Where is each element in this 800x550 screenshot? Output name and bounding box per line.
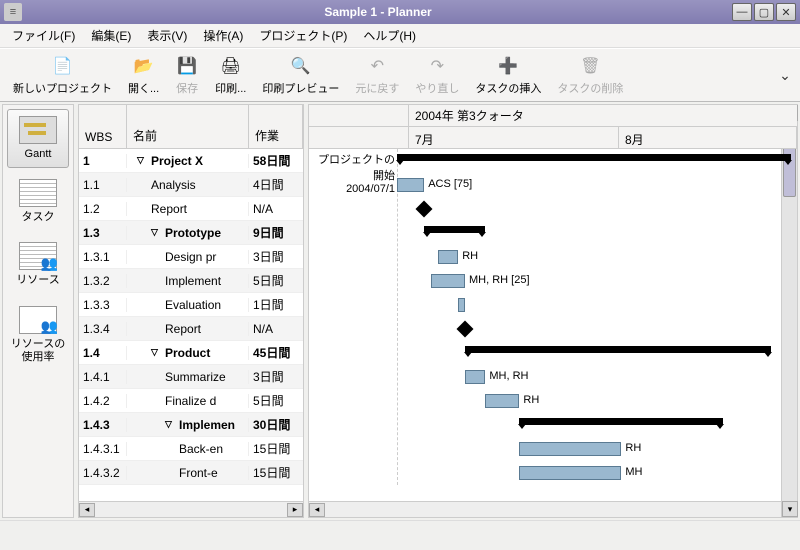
month-cell-2: 8月 xyxy=(619,127,797,149)
gantt-bar[interactable] xyxy=(465,370,485,384)
content: Gantt タスク 👥リソース 👥リソースの使用率 WBS 名前 作業 1▽Pr… xyxy=(0,102,800,520)
task-row[interactable]: 1.4.3.2Front-e15日間 xyxy=(79,461,303,485)
bar-label: RH xyxy=(625,442,641,454)
month-cell-0 xyxy=(309,127,409,149)
view-task[interactable]: タスク xyxy=(7,172,69,231)
toolbar: 📄新しいプロジェクト 📂開く... 💾保存 🖨印刷... 🔍印刷プレビュー ↶元… xyxy=(0,48,800,102)
gantt-bar[interactable] xyxy=(424,226,485,233)
gantt-bar[interactable] xyxy=(438,250,458,264)
task-row[interactable]: 1.4.2Finalize d5日間 xyxy=(79,389,303,413)
tb-undo[interactable]: ↶元に戻す xyxy=(348,51,406,99)
gantt-bar[interactable] xyxy=(397,154,791,161)
gantt-bar[interactable] xyxy=(519,466,621,480)
task-row[interactable]: 1▽Project X58日間 xyxy=(79,149,303,173)
open-icon: 📂 xyxy=(132,54,156,78)
tb-open[interactable]: 📂開く... xyxy=(121,51,166,99)
menu-edit[interactable]: 編集(E) xyxy=(83,24,139,47)
view-gantt[interactable]: Gantt xyxy=(7,109,69,168)
bar-label: MH, RH [25] xyxy=(469,274,530,286)
minimize-button[interactable]: — xyxy=(732,3,752,21)
gantt-scroll-left-icon[interactable]: ◂ xyxy=(309,503,325,517)
tb-save[interactable]: 💾保存 xyxy=(168,51,206,99)
preview-icon: 🔍 xyxy=(289,54,313,78)
tb-new[interactable]: 📄新しいプロジェクト xyxy=(6,51,119,99)
scroll-down-icon[interactable]: ▾ xyxy=(782,501,798,517)
close-button[interactable]: ✕ xyxy=(776,3,796,21)
gantt-body[interactable]: プロジェクトの開始 2004/07/1 ACS [75] RH MH, RH [25… xyxy=(309,149,797,501)
bar-label: MH xyxy=(625,466,642,478)
view-resource[interactable]: 👥リソース xyxy=(7,235,69,294)
bar-label: RH xyxy=(523,394,539,406)
task-row[interactable]: 1.4.3.1Back-en15日間 xyxy=(79,437,303,461)
menu-action[interactable]: 操作(A) xyxy=(195,24,251,47)
gantt-bar[interactable] xyxy=(519,442,621,456)
view-usage[interactable]: 👥リソースの使用率 xyxy=(7,299,69,371)
redo-icon: ↷ xyxy=(425,54,449,78)
tb-delete-task[interactable]: 🗑タスクの削除 xyxy=(550,51,630,99)
gantt-bar[interactable] xyxy=(431,274,465,288)
task-panel: WBS 名前 作業 1▽Project X58日間1.1Analysis4日間1… xyxy=(78,104,304,518)
project-start-label: プロジェクトの開始 2004/07/1 xyxy=(309,151,395,195)
gantt-bar[interactable] xyxy=(485,394,519,408)
task-rows: 1▽Project X58日間1.1Analysis4日間1.2ReportN/… xyxy=(79,149,303,501)
task-row[interactable]: 1.4.1Summarize3日間 xyxy=(79,365,303,389)
gantt-hscroll[interactable]: ◂ ▸ xyxy=(309,501,797,517)
month-cell-1: 7月 xyxy=(409,127,619,149)
menu-project[interactable]: プロジェクト(P) xyxy=(251,24,355,47)
col-name[interactable]: 名前 xyxy=(127,105,249,148)
print-icon: 🖨 xyxy=(219,54,243,78)
gantt-bar[interactable] xyxy=(457,321,474,338)
gantt-icon xyxy=(19,116,57,144)
task-header: WBS 名前 作業 xyxy=(79,105,303,149)
gantt-bar[interactable] xyxy=(458,298,465,312)
col-wbs[interactable]: WBS xyxy=(79,105,127,148)
col-work[interactable]: 作業 xyxy=(249,105,303,148)
viewbar: Gantt タスク 👥リソース 👥リソースの使用率 xyxy=(2,104,74,518)
titlebar: ≡ Sample 1 - Planner — ▢ ✕ xyxy=(0,0,800,24)
menu-view[interactable]: 表示(V) xyxy=(139,24,195,47)
delete-task-icon: 🗑 xyxy=(578,54,602,78)
scroll-left-icon[interactable]: ◂ xyxy=(79,503,95,517)
quarter-label: 2004年 第3クォータ xyxy=(409,103,530,128)
gantt-bar[interactable] xyxy=(397,178,424,192)
task-row[interactable]: 1.3.4ReportN/A xyxy=(79,317,303,341)
task-hscroll[interactable]: ◂ ▸ xyxy=(79,501,303,517)
maximize-button[interactable]: ▢ xyxy=(754,3,774,21)
undo-icon: ↶ xyxy=(365,54,389,78)
usage-icon: 👥 xyxy=(19,306,57,334)
task-row[interactable]: 1.3.1Design pr3日間 xyxy=(79,245,303,269)
task-icon xyxy=(19,179,57,207)
tb-redo[interactable]: ↷やり直し xyxy=(408,51,466,99)
app-icon: ≡ xyxy=(4,3,22,21)
bar-label: ACS [75] xyxy=(428,178,472,190)
task-row[interactable]: 1.4.3▽Implemen30日間 xyxy=(79,413,303,437)
tb-print[interactable]: 🖨印刷... xyxy=(208,51,253,99)
scroll-right-icon[interactable]: ▸ xyxy=(287,503,303,517)
gantt-bar[interactable] xyxy=(465,346,771,353)
insert-task-icon: ➕ xyxy=(496,54,520,78)
new-file-icon: 📄 xyxy=(51,54,75,78)
statusbar xyxy=(0,520,800,544)
task-row[interactable]: 1.3.3Evaluation1日間 xyxy=(79,293,303,317)
menu-help[interactable]: ヘルプ(H) xyxy=(355,24,424,47)
resource-icon: 👥 xyxy=(19,242,57,270)
task-row[interactable]: 1.4▽Product45日間 xyxy=(79,341,303,365)
gantt-bar[interactable] xyxy=(519,418,723,425)
tb-preview[interactable]: 🔍印刷プレビュー xyxy=(255,51,346,99)
gantt-panel: ▴ ▾ 2004年 第3クォータ 7月 8月 プロジェクトの開始 2004/07… xyxy=(308,104,798,518)
bar-label: RH xyxy=(462,250,478,262)
gantt-header: 2004年 第3クォータ 7月 8月 xyxy=(309,105,797,149)
task-row[interactable]: 1.3.2Implement5日間 xyxy=(79,269,303,293)
save-icon: 💾 xyxy=(175,54,199,78)
bar-label: MH, RH xyxy=(489,370,528,382)
toolbar-overflow[interactable]: ⌄ xyxy=(776,67,794,84)
gantt-bar[interactable] xyxy=(416,201,433,218)
task-row[interactable]: 1.2ReportN/A xyxy=(79,197,303,221)
task-row[interactable]: 1.1Analysis4日間 xyxy=(79,173,303,197)
task-row[interactable]: 1.3▽Prototype9日間 xyxy=(79,221,303,245)
menu-file[interactable]: ファイル(F) xyxy=(4,24,83,47)
menubar: ファイル(F) 編集(E) 表示(V) 操作(A) プロジェクト(P) ヘルプ(… xyxy=(0,24,800,48)
tb-insert-task[interactable]: ➕タスクの挿入 xyxy=(468,51,548,99)
window-title: Sample 1 - Planner xyxy=(26,5,730,19)
